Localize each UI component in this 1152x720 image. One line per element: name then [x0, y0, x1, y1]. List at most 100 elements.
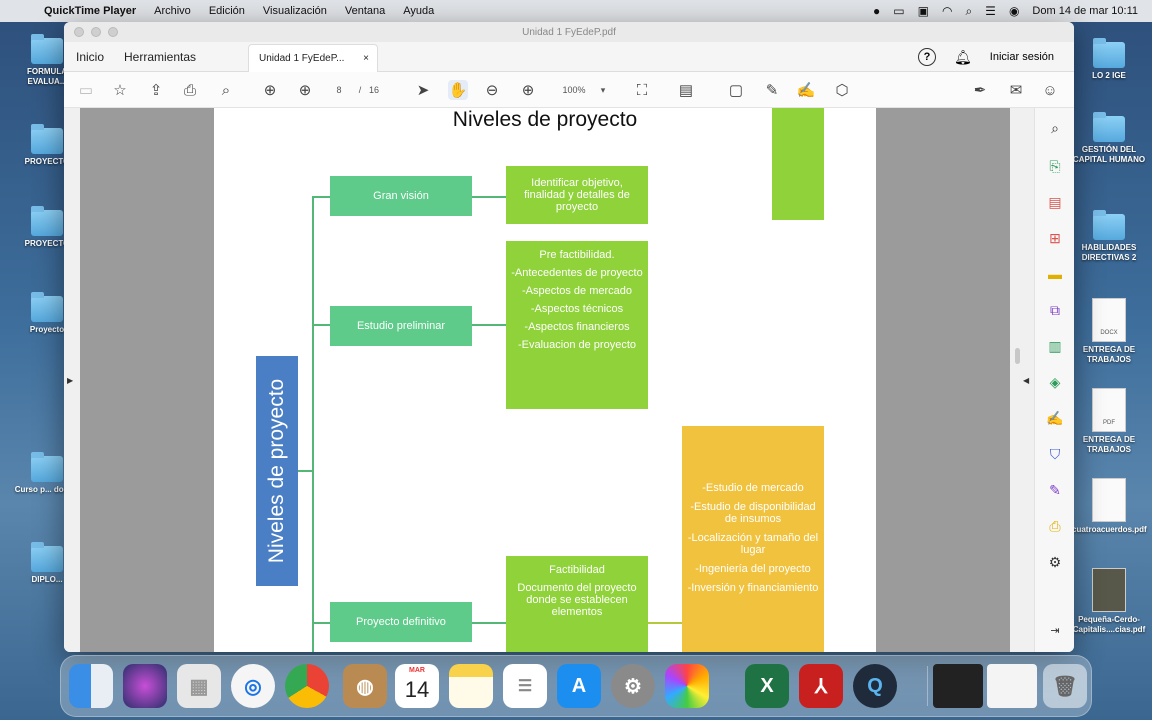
display-icon[interactable]: ▣ [918, 4, 929, 18]
page-total: 16 [368, 85, 379, 95]
scroll-mode-icon[interactable]: ▤ [676, 80, 696, 100]
comment-tool-icon[interactable]: ▬ [1045, 264, 1065, 284]
menu-ventana[interactable]: Ventana [345, 5, 385, 17]
chrome-icon[interactable] [285, 664, 329, 708]
desktop-folder-lo2ige[interactable]: LO 2 IGE [1072, 38, 1146, 81]
collapse-panel-icon[interactable]: ⇥ [1045, 620, 1065, 640]
create-pdf-icon[interactable]: ⊞ [1045, 228, 1065, 248]
app-store-icon[interactable]: A [557, 664, 601, 708]
left-panel-toggle-icon[interactable]: ▶ [67, 376, 73, 385]
minimized-window-thumbnail[interactable] [987, 664, 1037, 708]
minimized-window-thumbnail[interactable] [933, 664, 983, 708]
node-proyecto-definitivo-detail: Factibilidad Documento del proyecto dond… [506, 556, 648, 652]
safari-icon[interactable]: ◎ [231, 664, 275, 708]
desktop-folder-habilidades[interactable]: HABILIDADES DIRECTIVAS 2 [1072, 210, 1146, 263]
tab-document[interactable]: Unidad 1 FyEdeP... × [248, 44, 378, 72]
vertical-label-box: Niveles de proyecto [256, 356, 298, 586]
tab-herramientas[interactable]: Herramientas [124, 50, 196, 64]
search-icon[interactable]: ⌕ [216, 80, 236, 100]
battery-icon[interactable]: ▭ [893, 4, 904, 18]
edit-pdf-icon[interactable]: ▤ [1045, 192, 1065, 212]
help-icon[interactable]: ? [918, 48, 937, 66]
organize-pages-icon[interactable]: ▥ [1045, 336, 1065, 356]
close-tab-icon[interactable]: × [363, 53, 369, 64]
comment-icon[interactable]: ▢ [726, 80, 746, 100]
export-pdf-icon[interactable]: ⎘ [1045, 156, 1065, 176]
bell-icon[interactable]: 🔔︎ [954, 49, 972, 66]
save-icon[interactable]: ▭ [76, 80, 96, 100]
calendar-day: 14 [404, 677, 430, 702]
select-arrow-icon[interactable]: ➤ [414, 80, 432, 100]
menu-visualizacion[interactable]: Visualización [263, 5, 327, 17]
combine-files-icon[interactable]: ⧉ [1045, 300, 1065, 320]
document-viewport[interactable]: ▶ Niveles de proyecto Niveles de proyect… [64, 108, 1034, 652]
right-panel-toggle-icon[interactable]: ◀ [1023, 376, 1029, 385]
menubar-clock[interactable]: Dom 14 de mar 10:11 [1032, 5, 1138, 17]
hand-tool-icon[interactable]: ✋ [448, 80, 468, 100]
page-number-input[interactable]: 8 [332, 80, 346, 100]
connector-line [312, 196, 314, 652]
menu-app-name[interactable]: QuickTime Player [44, 5, 136, 17]
zoom-in-icon[interactable]: ⊕ [518, 80, 538, 100]
excel-icon[interactable]: X [745, 664, 789, 708]
previous-page-icon[interactable]: ⊕ [260, 80, 280, 100]
more-tools-icon[interactable]: ⚙ [1045, 552, 1065, 572]
vertical-scrollbar[interactable] [1015, 348, 1020, 364]
bookmark-star-icon[interactable]: ☆ [110, 80, 130, 100]
request-signature-icon[interactable]: ✎ [1045, 480, 1065, 500]
tab-bar-right: ? 🔔︎ Iniciar sesión [918, 42, 1054, 72]
node-estudios-detail: -Estudio de mercado -Estudio de disponib… [682, 426, 824, 652]
document-icon: PDF [1092, 388, 1126, 432]
zoom-out-icon[interactable]: ⊖ [482, 80, 502, 100]
mail-icon[interactable]: ✉ [1006, 80, 1026, 100]
stamp-icon[interactable]: ⬡ [832, 80, 852, 100]
photos-icon[interactable] [665, 664, 709, 708]
fill-sign-icon[interactable]: ✒ [970, 80, 990, 100]
notes-icon[interactable] [449, 664, 493, 708]
desktop-file-entrega-docx[interactable]: DOCX ENTREGA DE TRABAJOS [1072, 298, 1146, 365]
share-user-icon[interactable]: ☺ [1040, 80, 1060, 100]
signature-icon[interactable]: ✍ [796, 80, 816, 100]
menu-ayuda[interactable]: Ayuda [403, 5, 434, 17]
desktop-folder-gestion[interactable]: GESTIÓN DEL CAPITAL HUMANO [1072, 112, 1146, 165]
trash-icon[interactable]: 🗑︎ [1043, 664, 1087, 708]
dock: ▦ ◎ ◍ MAR 14 ☰ A ⚙ X ⅄ Q 🗑︎ [60, 655, 1092, 717]
desktop-file-entrega-pdf[interactable]: PDF ENTREGA DE TRABAJOS [1072, 388, 1146, 455]
record-icon[interactable]: ● [873, 4, 880, 18]
zoom-search-icon[interactable]: ⌕ [1045, 118, 1065, 138]
next-page-icon[interactable]: ⊕ [295, 80, 315, 100]
menu-edicion[interactable]: Edición [209, 5, 245, 17]
system-preferences-icon[interactable]: ⚙ [611, 664, 655, 708]
desktop-file-cuatroacuerdos[interactable]: cuatroacuerdos.pdf [1072, 478, 1147, 535]
fill-sign-tool-icon[interactable]: ✍ [1045, 408, 1065, 428]
fit-page-icon[interactable]: ⛶ [628, 80, 656, 100]
wifi-icon[interactable]: ◠ [942, 4, 952, 18]
quicktime-icon[interactable]: Q [853, 664, 897, 708]
protect-shield-icon[interactable]: ⛉ [1045, 444, 1065, 464]
zoom-select[interactable]: 100% [554, 80, 594, 100]
contacts-icon[interactable]: ◍ [343, 664, 387, 708]
signin-link[interactable]: Iniciar sesión [990, 51, 1054, 63]
siri-icon[interactable] [123, 664, 167, 708]
chevron-down-icon[interactable]: ▾ [598, 80, 608, 100]
pdf-page: Niveles de proyecto Niveles de proyecto … [214, 108, 876, 652]
window-titlebar[interactable]: Unidad 1 FyEdeP.pdf [64, 22, 1074, 42]
desktop-file-pequena-cerdo[interactable]: Pequeña-Cerdo-Capitalis....cias.pdf [1072, 568, 1146, 635]
compress-icon[interactable]: ◈ [1045, 372, 1065, 392]
tab-inicio[interactable]: Inicio [76, 50, 104, 64]
print-icon[interactable]: ⎙ [180, 80, 200, 100]
control-center-icon[interactable]: ☰ [985, 4, 996, 18]
reminders-icon[interactable]: ☰ [503, 664, 547, 708]
launchpad-icon[interactable]: ▦ [177, 664, 221, 708]
calendar-icon[interactable]: MAR 14 [395, 664, 439, 708]
folder-icon [31, 452, 63, 482]
scan-ocr-icon[interactable]: ⎙ [1045, 516, 1065, 536]
finder-icon[interactable] [69, 664, 113, 708]
page-separator: / [358, 85, 362, 95]
menu-archivo[interactable]: Archivo [154, 5, 191, 17]
acrobat-icon[interactable]: ⅄ [799, 664, 843, 708]
upload-icon[interactable]: ⇪ [146, 80, 166, 100]
pen-icon[interactable]: ✎ [762, 80, 782, 100]
search-icon[interactable]: ⌕ [965, 4, 972, 19]
siri-icon[interactable]: ◉ [1009, 4, 1019, 18]
